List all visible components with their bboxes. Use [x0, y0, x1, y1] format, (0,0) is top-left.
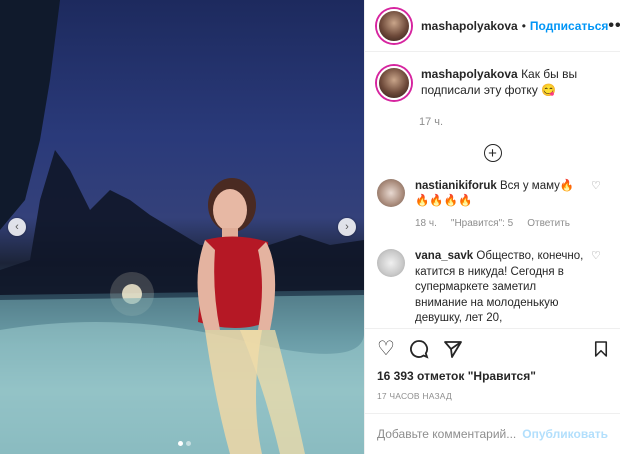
- comment-avatar[interactable]: [377, 249, 405, 277]
- comment-icon[interactable]: [409, 339, 429, 359]
- bookmark-icon[interactable]: [594, 341, 608, 357]
- post-header: mashapolyakova • Подписаться •••: [365, 0, 620, 52]
- avatar[interactable]: [377, 8, 411, 43]
- add-comment-bar: Добавьте комментарий... Опубликовать: [365, 413, 620, 454]
- action-bar: ♡: [365, 328, 620, 369]
- comment-input[interactable]: Добавьте комментарий...: [377, 427, 516, 441]
- comments-section[interactable]: mashapolyakova Как бы вы подписали эту ф…: [365, 52, 620, 328]
- comment-body: nastianikiforuk Вся у маму🔥🔥🔥🔥🔥 18 ч. "Н…: [415, 179, 587, 232]
- instagram-post: ‹ › mashapolyakova • Подписаться ••• mas…: [0, 0, 620, 454]
- comment-reply-button[interactable]: Ответить: [527, 216, 570, 232]
- likes-count[interactable]: 16 393 отметок "Нравится": [365, 369, 620, 383]
- comment-time[interactable]: 18 ч.: [415, 216, 437, 232]
- more-options-icon[interactable]: •••: [608, 17, 620, 35]
- share-icon[interactable]: [443, 339, 463, 359]
- comment-meta: 18 ч. "Нравится": 5 Ответить: [415, 216, 587, 232]
- like-heart-icon[interactable]: ♡: [377, 339, 395, 359]
- comment-item: nastianikiforuk Вся у маму🔥🔥🔥🔥🔥 18 ч. "Н…: [377, 178, 608, 232]
- carousel-dot: [186, 441, 191, 446]
- carousel-next-button[interactable]: ›: [338, 218, 356, 236]
- caption: mashapolyakova Как бы вы подписали эту ф…: [377, 66, 608, 100]
- publish-button[interactable]: Опубликовать: [522, 427, 608, 441]
- comment-like-icon[interactable]: ♡: [591, 179, 601, 192]
- caption-time[interactable]: 17 ч.: [419, 116, 608, 128]
- follow-button[interactable]: Подписаться: [530, 19, 608, 33]
- carousel-dot-active: [178, 441, 183, 446]
- carousel-indicator: [178, 441, 191, 446]
- post-photo[interactable]: ‹ ›: [0, 0, 364, 454]
- caption-avatar[interactable]: [377, 66, 411, 100]
- header-username[interactable]: mashapolyakova: [421, 19, 518, 33]
- comment-avatar[interactable]: [377, 178, 405, 207]
- caption-username[interactable]: mashapolyakova: [421, 67, 518, 81]
- caption-text-block: mashapolyakova Как бы вы подписали эту ф…: [421, 66, 591, 98]
- photo-scene: [0, 0, 364, 454]
- comment-likes[interactable]: "Нравится": 5: [451, 216, 513, 232]
- comment-username[interactable]: vana_savk: [415, 250, 473, 262]
- separator: •: [521, 18, 526, 33]
- carousel-prev-button[interactable]: ‹: [8, 218, 26, 236]
- posted-time[interactable]: 17 ЧАСОВ НАЗАД: [365, 383, 620, 401]
- post-sidebar: mashapolyakova • Подписаться ••• mashapo…: [364, 0, 620, 454]
- comment-username[interactable]: nastianikiforuk: [415, 180, 497, 192]
- comment-like-icon[interactable]: ♡: [591, 249, 601, 262]
- comment-item: vana_savk Общество, конечно, катится в н…: [377, 249, 608, 328]
- comment-body: vana_savk Общество, конечно, катится в н…: [415, 249, 587, 328]
- load-more-comments-icon[interactable]: +: [483, 144, 502, 162]
- load-more: +: [377, 144, 608, 163]
